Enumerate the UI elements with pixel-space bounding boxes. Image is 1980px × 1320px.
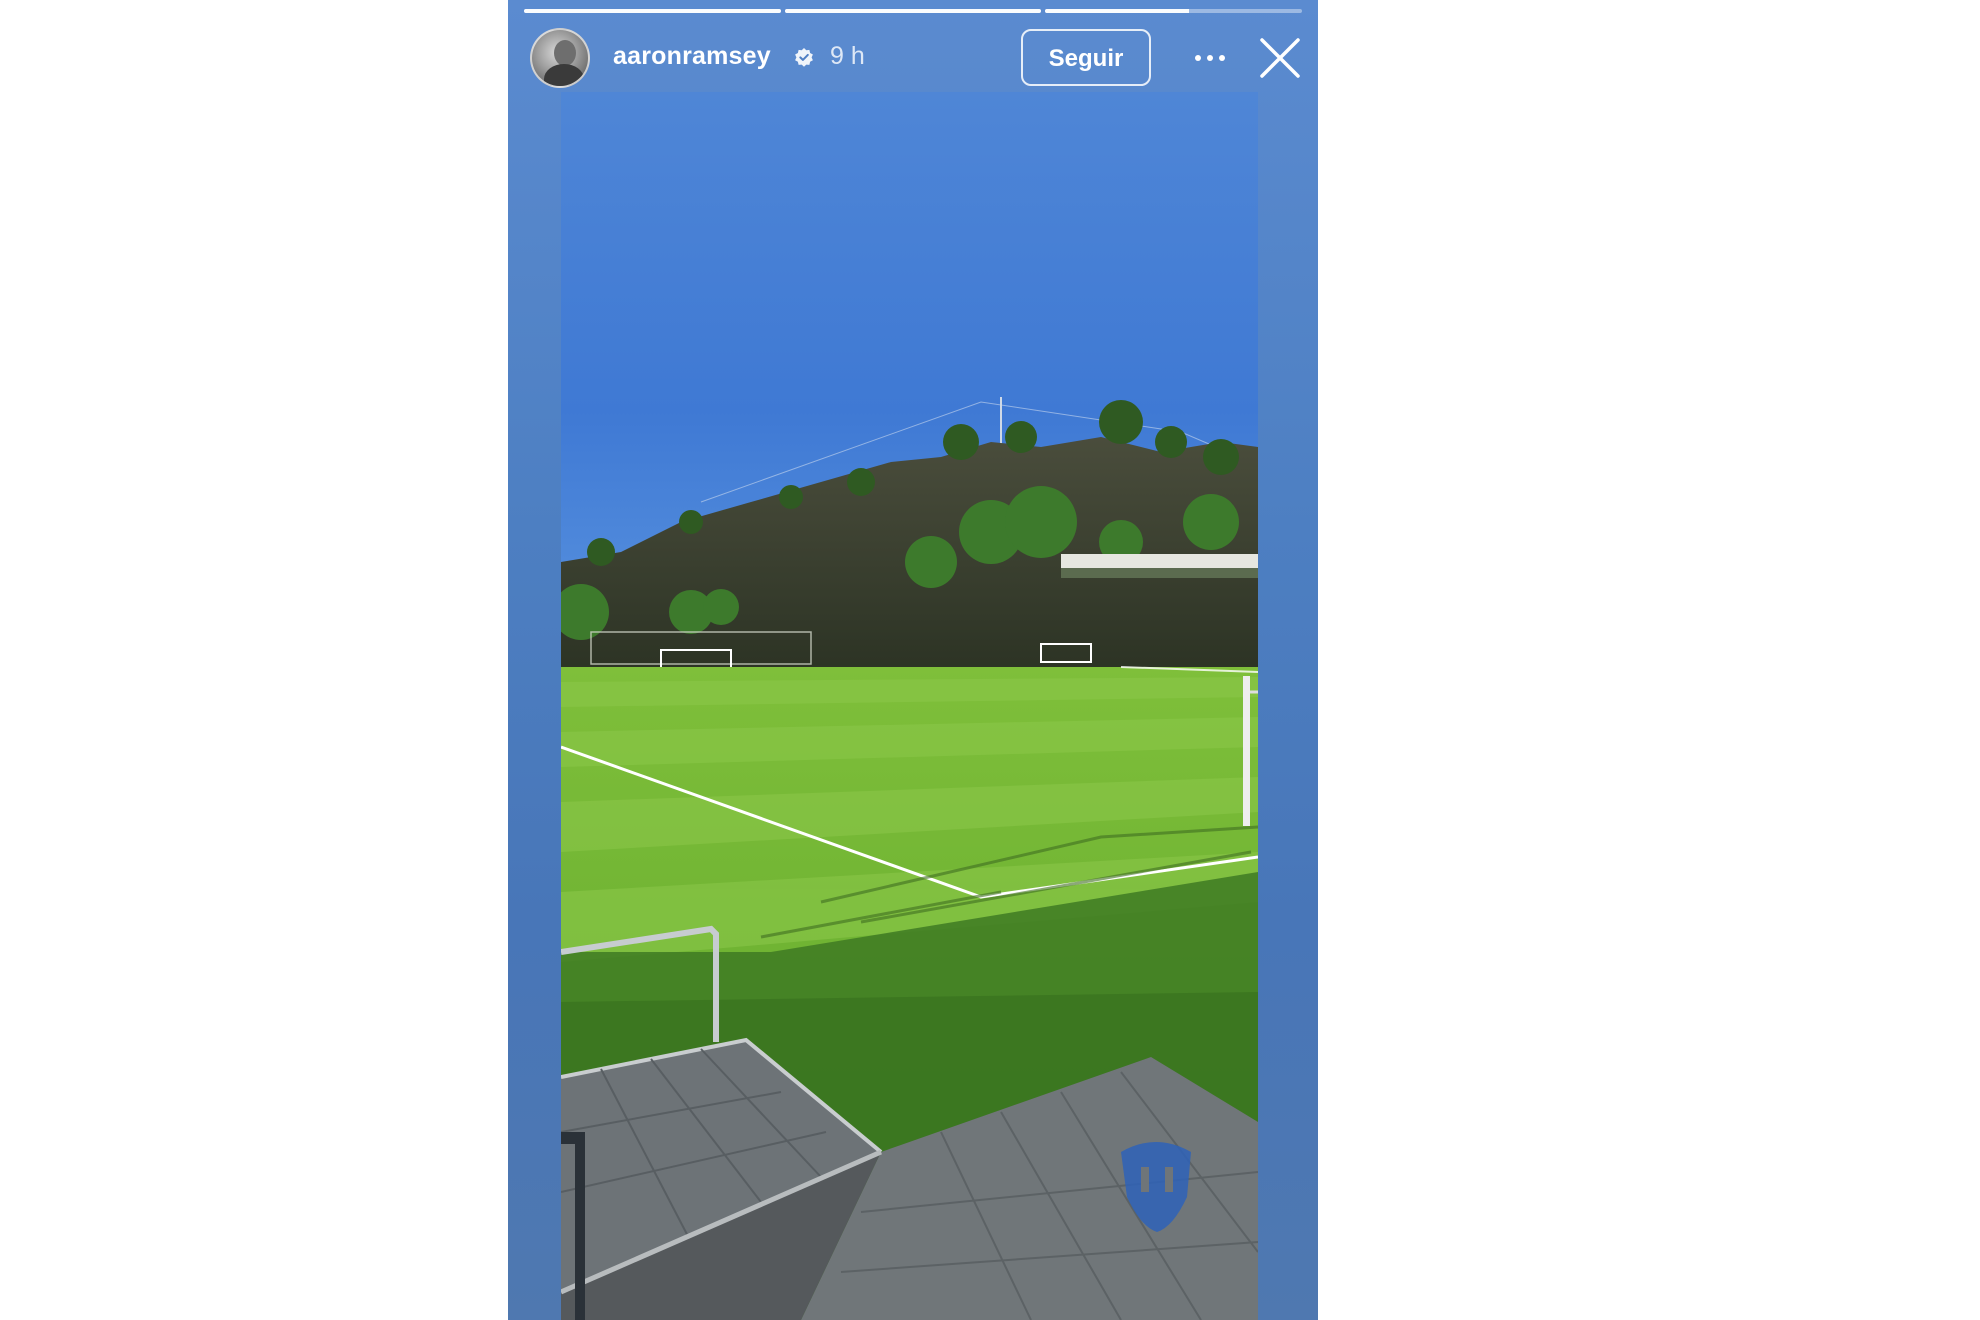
story-photo [561,92,1258,1320]
more-options-icon[interactable] [1188,41,1232,75]
story-progress-bar [524,9,1303,13]
progress-segment [784,9,1042,13]
username[interactable]: aaronramsey [613,42,771,71]
progress-segment [1045,9,1303,13]
close-icon[interactable] [1259,37,1301,79]
story-viewer[interactable]: aaronramsey 9 h Seguir [508,0,1318,1320]
verified-badge-icon [795,48,813,67]
avatar[interactable] [530,28,590,88]
progress-segment [524,9,781,13]
post-time: 9 h [830,42,865,70]
follow-button[interactable]: Seguir [1021,29,1151,86]
page: aaronramsey 9 h Seguir [0,0,1980,1320]
football-pitch-photo [561,92,1258,1320]
story-header: aaronramsey 9 h Seguir [508,27,1318,91]
